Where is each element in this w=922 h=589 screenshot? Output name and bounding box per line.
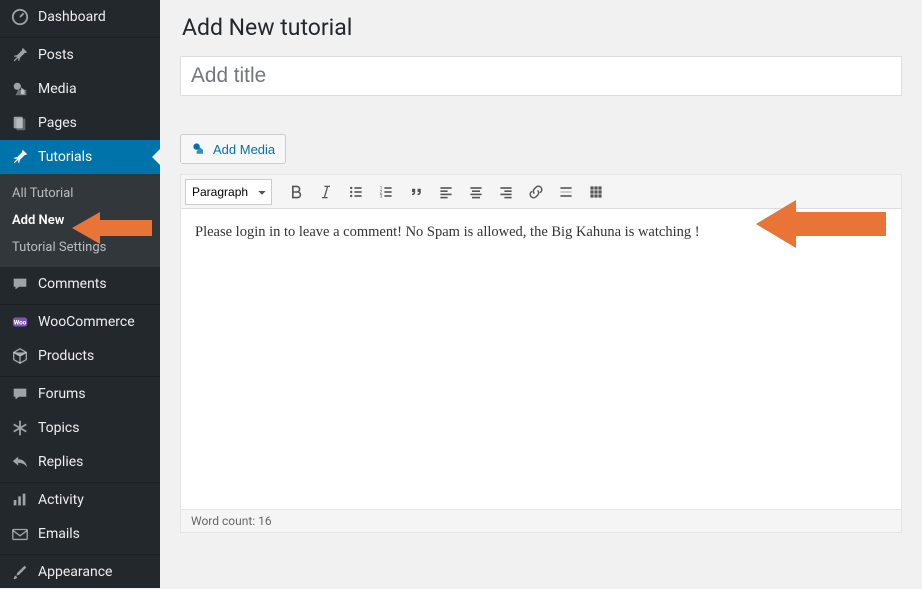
quote-button[interactable] — [402, 178, 430, 206]
sidebar-item-pages[interactable]: Pages — [0, 106, 160, 140]
sidebar-item-media[interactable]: Media — [0, 72, 160, 106]
sidebar-item-label: WooCommerce — [38, 314, 135, 330]
dashboard-icon — [10, 7, 30, 27]
submenu-item-tutorial-settings[interactable]: Tutorial Settings — [0, 234, 160, 261]
sidebar-item-label: Appearance — [38, 564, 112, 580]
submenu-item-add-new[interactable]: Add New — [0, 207, 160, 234]
sidebar-item-activity[interactable]: Activity — [0, 483, 160, 517]
svg-text:3: 3 — [380, 193, 383, 199]
sidebar-item-label: Emails — [38, 526, 80, 542]
media-icon — [10, 79, 30, 99]
sidebar-item-label: Tutorials — [38, 149, 92, 165]
word-count-status: Word count: 16 — [181, 509, 901, 532]
brush-icon — [10, 562, 30, 582]
sidebar-item-label: Media — [38, 81, 77, 97]
asterisk-icon — [10, 418, 30, 438]
add-media-label: Add Media — [213, 142, 275, 157]
toolbar-toggle-button[interactable] — [582, 178, 610, 206]
sidebar-item-emails[interactable]: Emails — [0, 517, 160, 551]
sidebar-item-products[interactable]: Products — [0, 339, 160, 373]
align-center-button[interactable] — [462, 178, 490, 206]
sidebar-item-label: Replies — [38, 454, 83, 470]
comment-icon — [10, 384, 30, 404]
sidebar-item-tutorials[interactable]: Tutorials — [0, 140, 160, 174]
activity-icon — [10, 490, 30, 510]
sidebar-item-label: Posts — [38, 47, 74, 63]
editor-body[interactable]: Please login in to leave a comment! No S… — [181, 209, 901, 509]
sidebar-item-dashboard[interactable]: Dashboard — [0, 0, 160, 34]
sidebar-item-replies[interactable]: Replies — [0, 445, 160, 479]
tutorials-submenu: All Tutorial Add New Tutorial Settings — [0, 174, 160, 267]
number-list-button[interactable]: 123 — [372, 178, 400, 206]
svg-text:Woo: Woo — [14, 319, 27, 327]
content-editor: Paragraph 123 Please login in to leave a… — [180, 174, 902, 533]
submenu-item-all-tutorials[interactable]: All Tutorial — [0, 180, 160, 207]
reply-icon — [10, 452, 30, 472]
sidebar-item-comments[interactable]: Comments — [0, 267, 160, 301]
read-more-button[interactable] — [552, 178, 580, 206]
link-button[interactable] — [522, 178, 550, 206]
align-right-button[interactable] — [492, 178, 520, 206]
sidebar-item-label: Forums — [38, 386, 86, 402]
add-media-button[interactable]: Add Media — [180, 134, 286, 164]
bullet-list-button[interactable] — [342, 178, 370, 206]
sidebar-item-label: Comments — [38, 276, 107, 292]
sidebar-item-label: Dashboard — [38, 9, 106, 25]
main-content: Add New tutorial Add Media Paragraph 123 — [160, 0, 922, 588]
package-icon — [10, 346, 30, 366]
sidebar-item-label: Topics — [38, 420, 79, 436]
pages-icon — [10, 113, 30, 133]
align-left-button[interactable] — [432, 178, 460, 206]
sidebar-item-label: Pages — [38, 115, 77, 131]
editor-toolbar: Paragraph 123 — [181, 175, 901, 209]
comment-icon — [10, 274, 30, 294]
bold-button[interactable] — [282, 178, 310, 206]
admin-sidebar: Dashboard Posts Media Pages Tutorials Al… — [0, 0, 160, 588]
page-title: Add New tutorial — [182, 14, 902, 41]
pin-icon — [10, 45, 30, 65]
email-icon — [10, 524, 30, 544]
pin-icon — [10, 147, 30, 167]
sidebar-item-topics[interactable]: Topics — [0, 411, 160, 445]
italic-button[interactable] — [312, 178, 340, 206]
woocommerce-icon: Woo — [10, 312, 30, 332]
media-icon — [191, 141, 207, 157]
sidebar-item-woocommerce[interactable]: Woo WooCommerce — [0, 305, 160, 339]
sidebar-item-label: Products — [38, 348, 94, 364]
sidebar-item-posts[interactable]: Posts — [0, 38, 160, 72]
sidebar-item-appearance[interactable]: Appearance — [0, 555, 160, 589]
sidebar-item-forums[interactable]: Forums — [0, 377, 160, 411]
format-select[interactable]: Paragraph — [185, 179, 272, 205]
post-title-input[interactable] — [180, 56, 902, 96]
sidebar-item-label: Activity — [38, 492, 84, 508]
